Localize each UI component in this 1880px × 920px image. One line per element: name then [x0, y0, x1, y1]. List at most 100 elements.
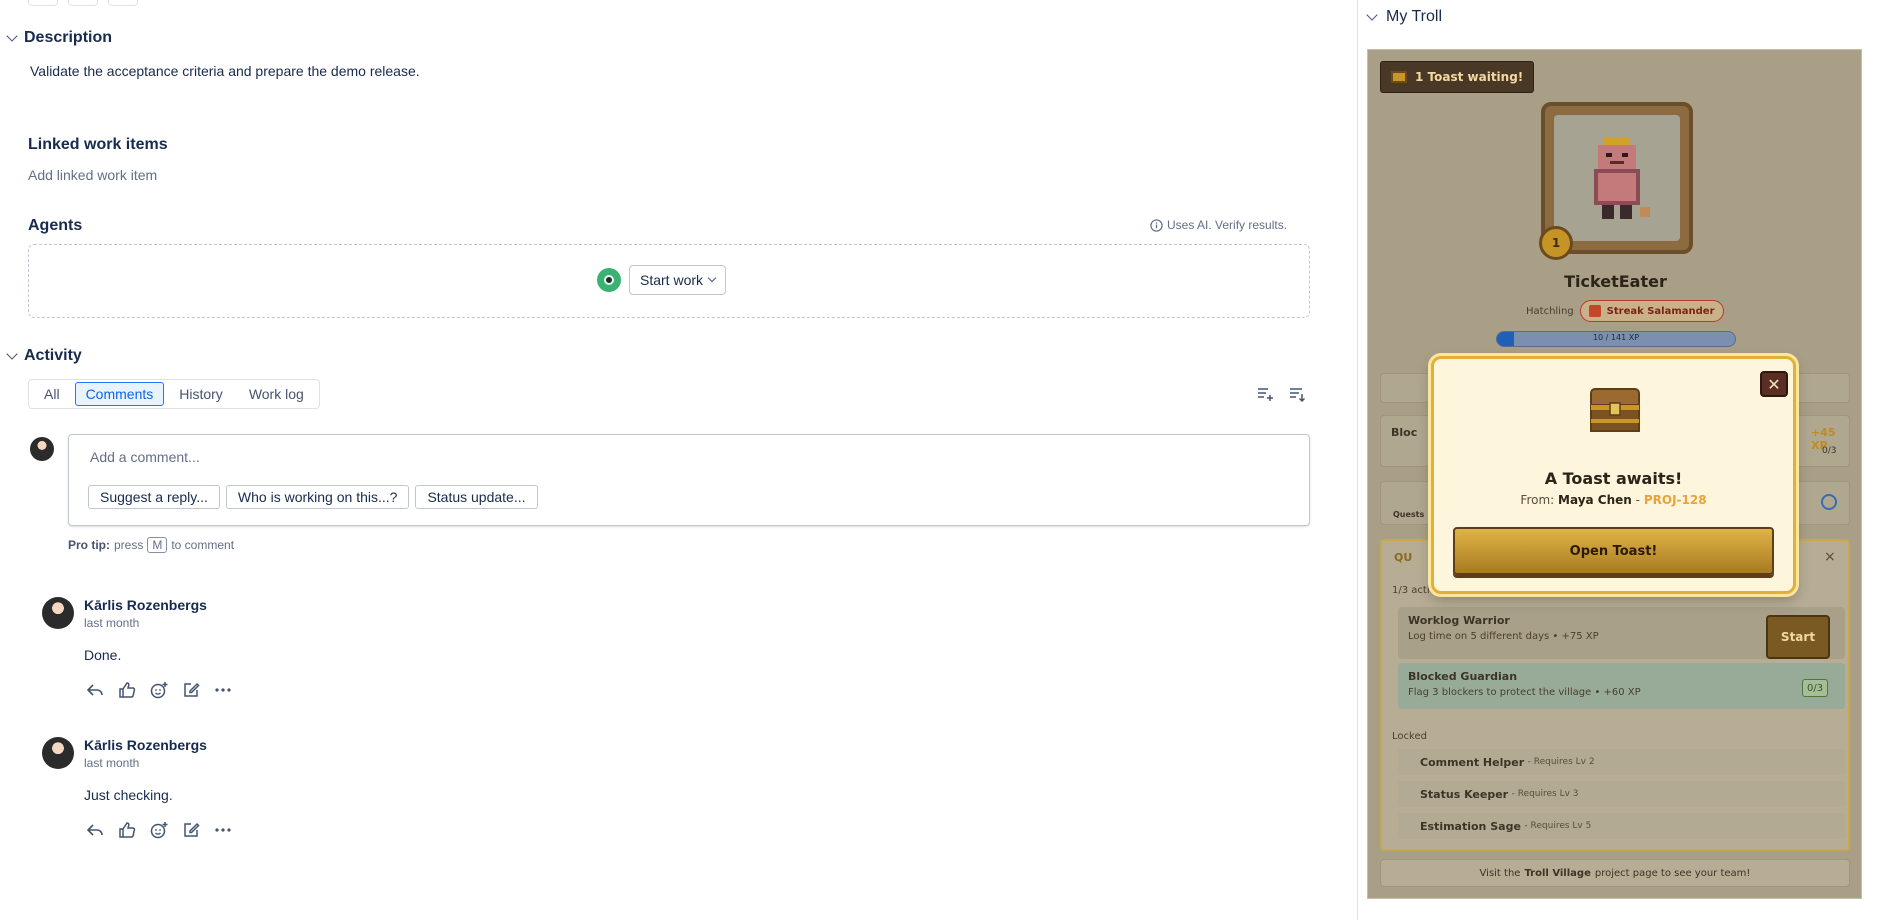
tab-all[interactable]: All: [33, 382, 71, 406]
who-is-working-chip[interactable]: Who is working on this...?: [225, 485, 410, 509]
add-reaction-icon[interactable]: [150, 681, 168, 699]
tab-comments[interactable]: Comments: [74, 382, 165, 406]
author-avatar[interactable]: [42, 737, 74, 769]
suggest-reply-chip[interactable]: Suggest a reply...: [88, 485, 220, 509]
agent-icon: [597, 268, 621, 292]
activity-header[interactable]: Activity: [6, 347, 82, 365]
tab-quests[interactable]: Quests: [1393, 510, 1424, 519]
xp-text: 10 / 141 XP: [1592, 333, 1640, 342]
reply-icon[interactable]: [86, 681, 104, 699]
chevron-down-icon: [707, 273, 717, 283]
toolbar-button[interactable]: [28, 0, 58, 6]
close-icon[interactable]: ×: [1824, 549, 1836, 565]
locked-quest: Status Keeper - Requires Lv 3: [1398, 781, 1845, 807]
refresh-icon[interactable]: [1821, 494, 1837, 510]
locked-quest-req: - Requires Lv 3: [1511, 789, 1579, 799]
partial-row-count: 0/3: [1822, 446, 1837, 456]
toast-modal: ✕ A Toast awaits! From: Maya Chen - PROJ…: [1431, 356, 1796, 594]
comment-author[interactable]: Kārlis Rozenbergs: [84, 597, 207, 613]
flame-icon: [1588, 305, 1601, 317]
tab-work-log[interactable]: Work log: [238, 382, 315, 406]
description-title: Description: [24, 29, 113, 46]
sort-icon[interactable]: [1288, 385, 1306, 403]
quest-desc: Flag 3 blockers to protect the village •…: [1408, 687, 1641, 698]
pro-tip-press: press: [114, 538, 144, 552]
troll-stage-row: Hatchling Streak Salamander: [1526, 300, 1724, 322]
add-filter-icon[interactable]: [1256, 385, 1274, 403]
current-user-avatar[interactable]: [30, 437, 54, 461]
info-icon: [1150, 218, 1163, 232]
add-reaction-icon[interactable]: [150, 821, 168, 839]
streak-badge-label: Streak Salamander: [1606, 305, 1715, 317]
locked-quest-req: - Requires Lv 5: [1524, 821, 1592, 831]
pro-tip-key: M: [147, 537, 168, 553]
comment-body: Just checking.: [84, 787, 173, 803]
more-icon[interactable]: [214, 821, 232, 839]
quest-item: Blocked Guardian Flag 3 blockers to prot…: [1398, 663, 1845, 709]
troll-name: TicketEater: [1564, 272, 1667, 291]
troll-portrait-frame: 1: [1539, 102, 1693, 260]
streak-badge[interactable]: Streak Salamander: [1579, 300, 1724, 322]
comment-actions: [86, 821, 232, 839]
chest-icon: [1391, 71, 1407, 83]
start-work-button[interactable]: Start work: [629, 265, 727, 295]
active-quest-count: 1/3 activ: [1392, 585, 1436, 596]
locked-quest: Comment Helper - Requires Lv 2: [1398, 749, 1845, 775]
locked-quest: Estimation Sage - Requires Lv 5: [1398, 813, 1845, 839]
comment-time[interactable]: last month: [84, 616, 139, 630]
level-badge: 1: [1539, 226, 1573, 260]
thumbs-up-icon[interactable]: [118, 821, 136, 839]
comment-editor[interactable]: Add a comment... Suggest a reply... Who …: [68, 434, 1310, 526]
quest-title: Blocked Guardian: [1408, 670, 1518, 683]
edit-icon[interactable]: [182, 821, 200, 839]
toolbar-stubs: [28, 0, 138, 6]
add-linked-work-item-link[interactable]: Add linked work item: [28, 167, 157, 183]
status-update-chip[interactable]: Status update...: [415, 485, 538, 509]
troll-sprite-icon: [1594, 137, 1650, 219]
chevron-down-icon: [6, 30, 18, 42]
comment-input[interactable]: Add a comment...: [90, 449, 200, 465]
toast-waiting-text: 1 Toast waiting!: [1415, 70, 1524, 84]
ai-note-text: Uses AI. Verify results.: [1167, 218, 1288, 232]
troll-village-link[interactable]: Troll Village: [1524, 868, 1590, 879]
locked-label: Locked: [1392, 731, 1427, 742]
issue-detail-pane: Description Validate the acceptance crit…: [0, 0, 1350, 920]
quest-start-button[interactable]: Start: [1766, 615, 1830, 659]
from-label: From:: [1520, 493, 1555, 507]
toast-waiting-badge[interactable]: 1 Toast waiting!: [1380, 61, 1535, 93]
activity-title: Activity: [24, 347, 82, 364]
comment-time[interactable]: last month: [84, 756, 139, 770]
toolbar-button[interactable]: [108, 0, 138, 6]
edit-icon[interactable]: [182, 681, 200, 699]
start-work-label: Start work: [640, 272, 704, 288]
my-troll-header[interactable]: My Troll: [1366, 8, 1442, 26]
comment-author[interactable]: Kārlis Rozenbergs: [84, 737, 207, 753]
thumbs-up-icon[interactable]: [118, 681, 136, 699]
agents-box: Start work: [28, 244, 1310, 318]
ai-note: Uses AI. Verify results.: [1150, 218, 1287, 232]
description-text[interactable]: Validate the acceptance criteria and pre…: [30, 63, 420, 79]
locked-quest-name: Status Keeper: [1420, 787, 1509, 801]
my-troll-title: My Troll: [1386, 8, 1442, 25]
more-icon[interactable]: [214, 681, 232, 699]
troll-stage: Hatchling: [1526, 305, 1574, 317]
footer-prefix: Visit the: [1479, 867, 1521, 879]
description-header[interactable]: Description: [6, 29, 113, 47]
reply-icon[interactable]: [86, 821, 104, 839]
toolbar-button[interactable]: [68, 0, 98, 6]
tab-history[interactable]: History: [168, 382, 234, 406]
comment-actions: [86, 681, 232, 699]
chevron-down-icon: [6, 348, 18, 360]
suggestion-chips: Suggest a reply... Who is working on thi…: [88, 485, 538, 509]
modal-title: A Toast awaits!: [1544, 469, 1683, 488]
activity-tabs: All Comments History Work log: [28, 379, 320, 409]
close-modal-button[interactable]: ✕: [1760, 371, 1788, 397]
open-toast-button[interactable]: Open Toast!: [1453, 527, 1774, 575]
troll-portrait: [1554, 115, 1680, 241]
from-ticket-link[interactable]: PROJ-128: [1644, 493, 1707, 507]
agents-title: Agents: [28, 217, 83, 234]
modal-from: From: Maya Chen - PROJ-128: [1520, 493, 1707, 507]
from-name: Maya Chen: [1558, 493, 1632, 507]
author-avatar[interactable]: [42, 597, 74, 629]
partial-row-label: Bloc: [1391, 426, 1418, 439]
